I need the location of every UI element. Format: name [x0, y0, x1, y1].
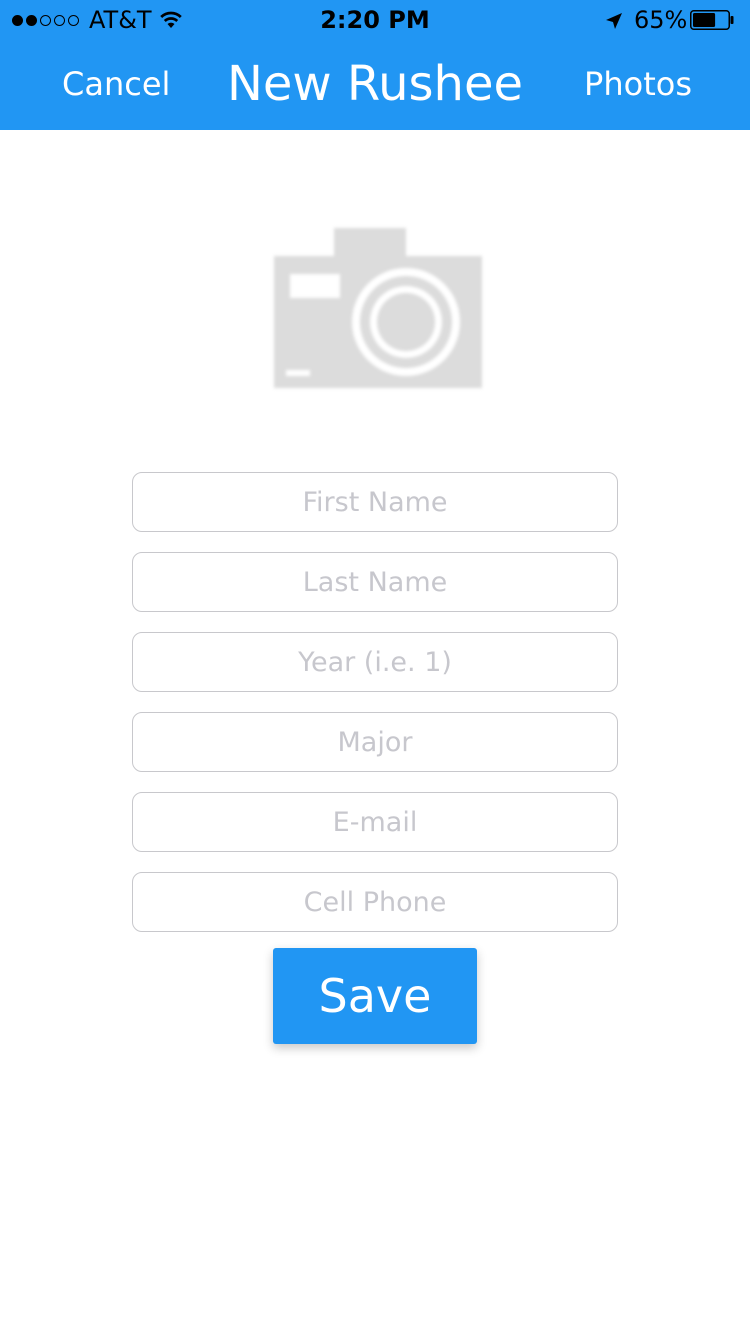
location-arrow-icon [606, 13, 622, 29]
year-field[interactable] [132, 632, 618, 692]
photo-placeholder[interactable] [270, 222, 486, 394]
new-rushee-form [132, 472, 618, 952]
battery-icon [690, 10, 734, 30]
status-bar: AT&T 2:20 PM 65% [0, 0, 750, 40]
photos-button[interactable]: Photos [584, 64, 692, 104]
cell-phone-field[interactable] [132, 872, 618, 932]
app-header: AT&T 2:20 PM 65% Cancel New Rushee Photo… [0, 0, 750, 130]
major-field[interactable] [132, 712, 618, 772]
email-field[interactable] [132, 792, 618, 852]
battery-percent: 65% [634, 6, 688, 34]
last-name-field[interactable] [132, 552, 618, 612]
camera-icon [274, 228, 482, 388]
navigation-bar: Cancel New Rushee Photos [0, 40, 750, 130]
save-button[interactable]: Save [273, 948, 477, 1044]
first-name-field[interactable] [132, 472, 618, 532]
